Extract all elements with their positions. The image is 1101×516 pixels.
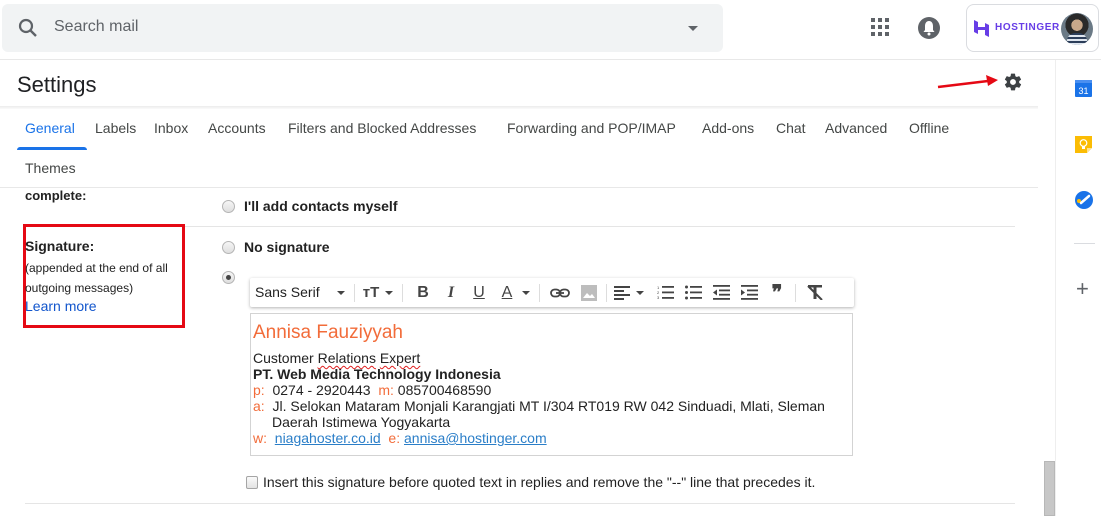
learn-more-link[interactable]: Learn more <box>25 298 97 314</box>
underline-icon[interactable]: U <box>470 278 488 307</box>
signature-company: PT. Web Media Technology Indonesia <box>253 366 501 382</box>
align-icon[interactable] <box>612 278 632 307</box>
remove-formatting-icon[interactable] <box>805 278 825 307</box>
font-size-dropdown-icon[interactable] <box>383 278 395 307</box>
radio-add-contacts-myself[interactable] <box>222 200 235 213</box>
tab-offline[interactable]: Offline <box>909 120 949 136</box>
signature-description: (appended at the end of all outgoing mes… <box>25 261 168 295</box>
scrollbar-thumb[interactable] <box>1044 461 1055 516</box>
header-divider <box>0 106 1038 109</box>
font-family-dropdown-icon[interactable] <box>334 278 348 307</box>
italic-icon[interactable]: I <box>442 278 460 307</box>
annotation-arrow <box>937 75 998 89</box>
page-title: Settings <box>17 72 97 97</box>
tab-general[interactable]: General <box>25 120 75 136</box>
svg-text:31: 31 <box>1078 86 1088 96</box>
tab-chat[interactable]: Chat <box>776 120 806 136</box>
indent-more-icon[interactable] <box>739 278 759 307</box>
calendar-icon[interactable]: 31 <box>1075 80 1092 97</box>
insert-before-quoted-checkbox[interactable] <box>246 476 258 489</box>
text-color-dropdown-icon[interactable] <box>520 278 532 307</box>
signature-address-line2: Daerah Istimewa Yogyakarta <box>272 414 451 430</box>
align-dropdown-icon[interactable] <box>634 278 646 307</box>
keep-icon[interactable] <box>1075 136 1092 153</box>
top-bar: Search mail HOSTINGER <box>0 0 1101 60</box>
account-switcher[interactable]: HOSTINGER <box>966 4 1099 52</box>
side-panel: 31 + <box>1055 60 1101 516</box>
signature-editor-toolbar: Sans Serif ᴛT B I U A 123 ❞ <box>250 278 854 307</box>
apps-grid-icon[interactable] <box>871 18 891 38</box>
insert-image-icon[interactable] <box>580 278 598 307</box>
tab-labels[interactable]: Labels <box>95 120 136 136</box>
indent-less-icon[interactable] <box>711 278 731 307</box>
bold-icon[interactable]: B <box>414 278 432 307</box>
hostinger-logo-icon <box>974 20 989 37</box>
add-contacts-myself-label[interactable]: I'll add contacts myself <box>244 198 398 214</box>
tab-add-ons[interactable]: Add-ons <box>702 120 754 136</box>
tab-themes[interactable]: Themes <box>25 160 76 176</box>
bulleted-list-icon[interactable] <box>683 278 703 307</box>
signature-name: Annisa Fauziyyah <box>253 322 403 343</box>
settings-gear-icon[interactable] <box>1003 72 1023 92</box>
notifications-bell-icon[interactable] <box>918 17 940 39</box>
signature-phone-line: p: 0274 - 2920443 m: 085700468590 <box>253 382 492 398</box>
radio-no-signature[interactable] <box>222 241 235 254</box>
no-signature-label[interactable]: No signature <box>244 239 330 255</box>
signature-editor[interactable]: Annisa Fauziyyah Customer Relations Expe… <box>250 313 853 456</box>
row-divider <box>25 503 1015 504</box>
account-brand: HOSTINGER <box>995 22 1060 33</box>
tab-accounts[interactable]: Accounts <box>208 120 266 136</box>
search-options-dropdown-icon[interactable] <box>688 26 698 31</box>
website-link[interactable]: niagahoster.co.id <box>275 430 381 446</box>
tabs-divider <box>0 187 1038 188</box>
search-input[interactable]: Search mail <box>54 18 138 36</box>
font-size-icon[interactable]: ᴛT <box>360 278 382 307</box>
link-icon[interactable] <box>549 278 571 307</box>
side-panel-divider <box>1074 243 1095 244</box>
search-bar[interactable]: Search mail <box>2 4 723 52</box>
signature-web-line: w: niagahoster.co.id e: annisa@hostinger… <box>253 430 547 446</box>
add-addon-plus-icon[interactable]: + <box>1076 278 1089 300</box>
active-tab-indicator <box>17 147 87 150</box>
signature-label: Signature: <box>25 238 95 254</box>
avatar[interactable] <box>1061 13 1093 45</box>
search-icon[interactable] <box>16 16 40 40</box>
font-family-select[interactable]: Sans Serif <box>255 284 320 300</box>
signature-job-title: Customer Relations Expert <box>253 350 421 366</box>
tab-forwarding[interactable]: Forwarding and POP/IMAP <box>507 120 676 136</box>
radio-custom-signature[interactable] <box>222 271 235 284</box>
tasks-icon[interactable] <box>1075 191 1093 209</box>
svg-text:3: 3 <box>657 295 660 300</box>
text-color-icon[interactable]: A <box>498 278 516 307</box>
tab-inbox[interactable]: Inbox <box>154 120 188 136</box>
tab-advanced[interactable]: Advanced <box>825 120 887 136</box>
email-link[interactable]: annisa@hostinger.com <box>404 430 547 446</box>
quote-icon[interactable]: ❞ <box>767 278 787 307</box>
contacts-section-label: complete: <box>25 188 87 203</box>
numbered-list-icon[interactable]: 123 <box>655 278 675 307</box>
signature-address-line: a: Jl. Selokan Mataram Monjali Karangjat… <box>253 398 825 414</box>
insert-before-quoted-label[interactable]: Insert this signature before quoted text… <box>263 474 815 490</box>
tab-filters[interactable]: Filters and Blocked Addresses <box>288 120 476 136</box>
